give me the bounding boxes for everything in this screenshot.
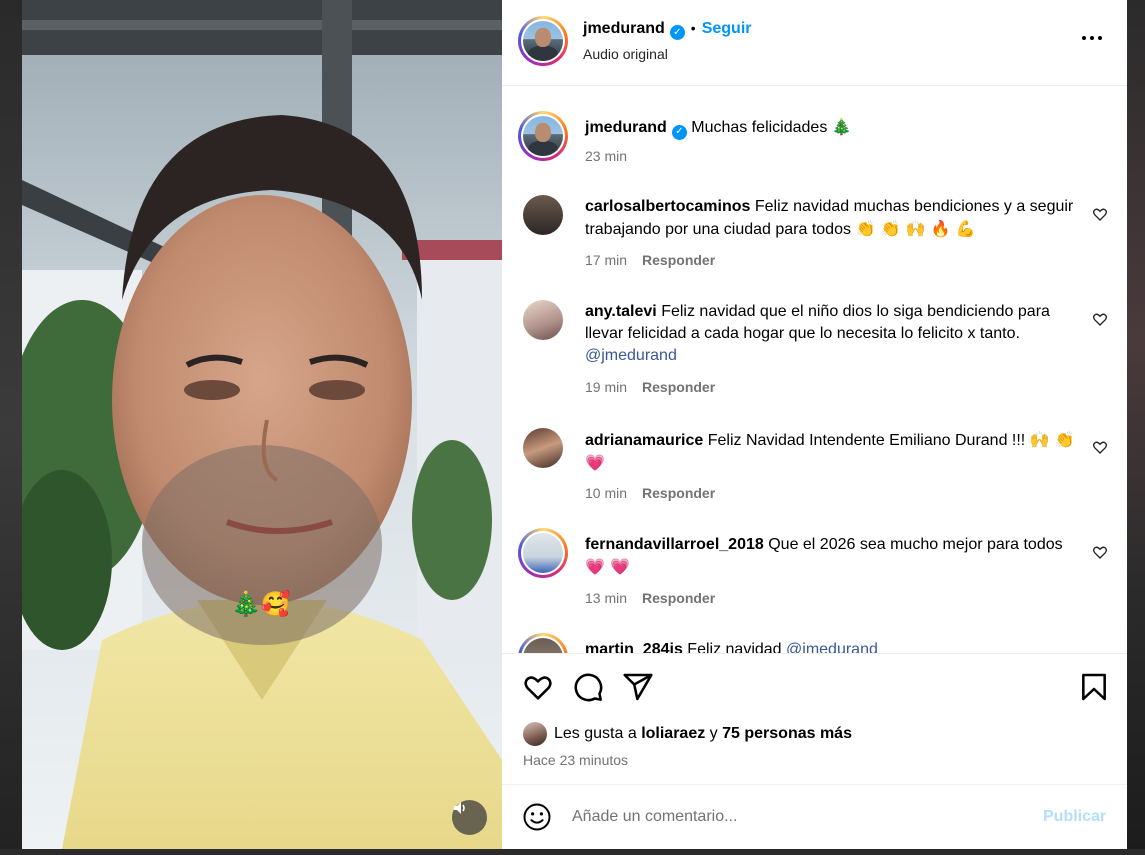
comment-meta: 10 min Responder [585,485,715,501]
heart-icon[interactable] [1092,544,1108,560]
more-options-icon[interactable] [1080,26,1104,50]
comment-time[interactable]: 19 min [585,379,627,395]
comment-text: adrianamaurice Feliz Navidad Intendente … [585,429,1075,475]
share-icon[interactable] [622,671,654,703]
audio-link[interactable]: Audio original [583,46,668,62]
action-bar: Les gusta a loliaraez y 75 personas más … [502,653,1127,785]
likes-summary[interactable]: Les gusta a loliaraez y 75 personas más [523,722,852,746]
comment-mention[interactable]: @jmedurand [585,347,677,364]
comment-username[interactable]: martin_284js [585,641,683,653]
comment-username[interactable]: any.talevi [585,303,657,320]
comment-meta: 17 min Responder [585,252,715,268]
caption-body: Muchas felicidades [691,119,828,136]
author-avatar[interactable] [518,16,568,66]
reply-button[interactable]: Responder [642,485,715,501]
header-user-line: jmedurand ✓ • Seguir [583,20,752,40]
add-comment-bar: Publicar [502,785,1127,849]
comment-text: fernandavillarroel_2018 Que el 2026 sea … [585,534,1075,579]
heart-icon[interactable] [1092,311,1108,327]
comment-icon[interactable] [572,671,604,703]
comment-avatar[interactable] [523,300,563,340]
comment-body: Feliz Navidad Intendente Emiliano Durand… [707,432,1026,449]
comment-meta: 19 min Responder [585,379,715,395]
video-sticker: 🎄🥰 [231,590,291,618]
comment-avatar[interactable] [523,195,563,235]
comment-username[interactable]: carlosalbertocaminos [585,198,750,215]
heart-icon[interactable] [1092,439,1108,455]
post-time[interactable]: Hace 23 minutos [523,752,628,768]
caption-emoji: 🎄 [831,117,852,136]
caption-text: jmedurand ✓ Muchas felicidades 🎄 [585,116,1075,140]
likes-joiner: y [709,725,718,742]
liker-avatar [523,722,547,746]
likes-user[interactable]: loliaraez [641,725,705,743]
comment-emoji: 💗 💗 [585,557,630,576]
comments-list[interactable]: jmedurand ✓ Muchas felicidades 🎄 23 min c… [502,87,1127,653]
comment-text: martin_284js Feliz navidad @jmedurand [585,639,1075,653]
caption-username[interactable]: jmedurand [585,119,667,136]
verified-badge-icon: ✓ [669,25,685,40]
sound-toggle-button[interactable] [452,800,487,835]
comment-username[interactable]: adrianamaurice [585,432,703,449]
comment-text: carlosalbertocaminos Feliz navidad mucha… [585,196,1075,241]
emoji-icon[interactable] [522,802,552,832]
backdrop-right [1127,0,1145,855]
likes-prefix: Les gusta a [554,725,637,742]
reel-video[interactable]: 🎄🥰 [22,0,502,849]
publish-button[interactable]: Publicar [1043,808,1106,826]
comment-body: Feliz navidad [687,641,782,653]
author-username[interactable]: jmedurand [583,20,665,37]
sound-icon [454,802,465,814]
comment-time[interactable]: 13 min [585,590,627,606]
post-panel: jmedurand ✓ • Seguir Audio original jmedura… [502,0,1127,849]
comment-time[interactable]: 17 min [585,252,627,268]
backdrop-bottom [0,849,1145,855]
caption-meta: 23 min [585,148,627,164]
reply-button[interactable]: Responder [642,379,715,395]
comment-avatar[interactable] [518,528,568,578]
caption-time[interactable]: 23 min [585,148,627,164]
comment-avatar[interactable] [518,633,568,653]
caption-avatar[interactable] [518,111,568,161]
comment-input[interactable] [572,804,1012,830]
likes-others[interactable]: 75 personas más [722,725,852,743]
comment-emoji: 👏 👏 🙌 🔥 💪 [855,219,976,238]
comment-time[interactable]: 10 min [585,485,627,501]
heart-icon[interactable] [1092,206,1108,222]
reply-button[interactable]: Responder [642,252,715,268]
backdrop-left [0,0,22,855]
comment-body: Que el 2026 sea mucho mejor para todos [768,536,1063,553]
follow-button[interactable]: Seguir [702,20,752,37]
heart-icon[interactable] [522,671,554,703]
post-header: jmedurand ✓ • Seguir Audio original [502,0,1127,86]
comment-text: any.talevi Feliz navidad que el niño dio… [585,301,1075,367]
comment-avatar[interactable] [523,428,563,468]
video-frame [22,0,502,849]
comment-mention[interactable]: @jmedurand [786,641,878,653]
reply-button[interactable]: Responder [642,590,715,606]
bookmark-icon[interactable] [1078,671,1110,703]
comment-username[interactable]: fernandavillarroel_2018 [585,536,764,553]
comment-meta: 13 min Responder [585,590,715,606]
verified-badge-icon: ✓ [671,124,687,140]
separator-dot: • [690,20,696,36]
